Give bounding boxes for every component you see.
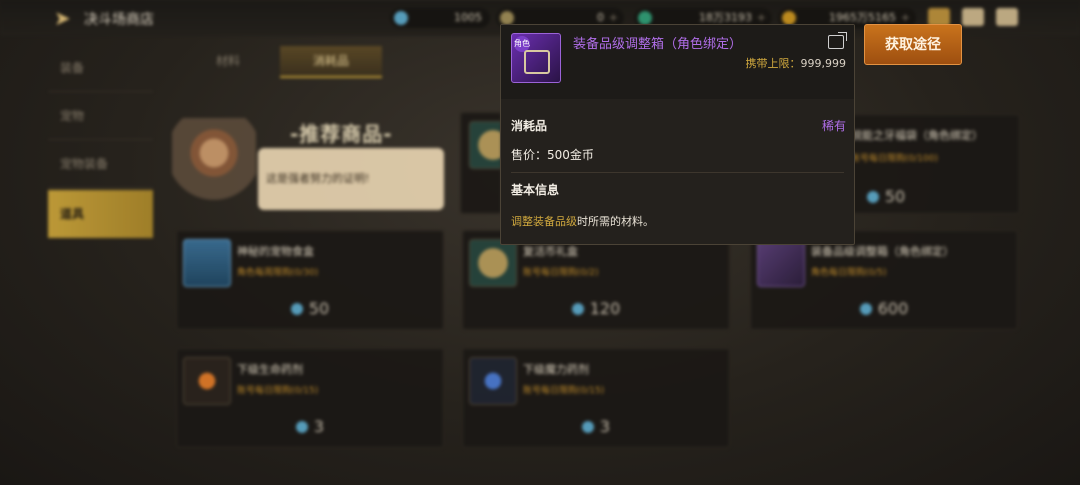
featured-item-icon <box>469 121 501 169</box>
share-icon[interactable] <box>828 32 847 49</box>
item-name: 装备品级调整箱（角色绑定） <box>573 37 743 52</box>
pet-food-box-icon <box>183 239 231 287</box>
coin-icon <box>782 11 796 25</box>
sidebar-item-pet-equipment[interactable]: 宠物装备 <box>48 140 153 188</box>
price-label: 50 <box>177 299 443 318</box>
crystal-icon <box>290 303 303 315</box>
gold-coin-icon <box>500 11 514 25</box>
chat-icon[interactable] <box>996 8 1018 26</box>
price-label: 3 <box>463 417 729 436</box>
grade-adjust-box-icon <box>757 239 805 287</box>
featured-card-partial[interactable] <box>460 112 502 214</box>
item-type: 消耗品 <box>511 119 548 133</box>
crystal-icon <box>394 11 408 25</box>
npc-speech-bubble: 这是强者努力的证明! <box>258 148 444 210</box>
recommend-title: -推荐商品- <box>290 122 393 146</box>
shop-card-grade-box[interactable]: 装备品级调整箱（角色绑定） 角色每日限购(0/5) 600 <box>750 230 1018 330</box>
recommend-banner: -推荐商品- 这是强者努力的证明! <box>172 110 457 220</box>
revive-coin-box-icon <box>469 239 517 287</box>
crystal-icon <box>581 421 594 433</box>
back-arrow-icon[interactable]: ➤ <box>54 8 76 28</box>
crystal-resource: 1005 <box>390 8 490 28</box>
item-tooltip: 角色 装备品级调整箱（角色绑定） 携带上限：999,999 消耗品 稀有 售价：… <box>500 24 855 245</box>
shop-card-hp-potion[interactable]: 下级生命药剂 账号每日限购(0/15) 3 <box>176 348 444 448</box>
basic-info-heading: 基本信息 <box>511 183 560 197</box>
shop-card-revive-coin[interactable]: 复活币礼盒 账号每日限购(0/2) 120 <box>462 230 730 330</box>
category-sidebar: 装备 宠物 宠物装备 道具 <box>48 44 153 244</box>
price-label: 3 <box>177 417 443 436</box>
tooltip-header: 角色 装备品级调整箱（角色绑定） 携带上限：999,999 <box>501 25 854 99</box>
item-rarity: 稀有 <box>821 119 846 133</box>
sidebar-item-equipment[interactable]: 装备 <box>48 44 153 92</box>
item-sell-price: 售价：500金币 <box>511 148 594 162</box>
crystal-icon <box>866 191 879 203</box>
hp-potion-icon <box>183 357 231 405</box>
mp-potion-icon <box>469 357 517 405</box>
price-label: 600 <box>751 299 1017 318</box>
tab-materials[interactable]: 材料 <box>198 46 258 76</box>
shop-title: 决斗场商店 <box>84 12 154 28</box>
crystal-icon <box>295 421 308 433</box>
tab-consumables[interactable]: 消耗品 <box>280 46 382 78</box>
shop-card-mp-potion[interactable]: 下级魔力药剂 账号每日限购(0/15) 3 <box>462 348 730 448</box>
sidebar-item-items[interactable]: 道具 <box>48 190 153 238</box>
sidebar-item-pet[interactable]: 宠物 <box>48 92 153 140</box>
shop-card-pet-food[interactable]: 神秘的宠物食盒 角色每周限购(0/30) 50 <box>176 230 444 330</box>
grade-adjust-box-icon: 角色 <box>511 33 561 83</box>
npc-portrait <box>172 118 256 218</box>
crystal-icon <box>571 303 584 315</box>
divider <box>511 172 844 173</box>
chest-icon <box>524 50 550 74</box>
price-label: 120 <box>463 299 729 318</box>
crystal-icon <box>859 303 872 315</box>
item-description: 调整装备品级时所需的材料。 <box>511 215 654 228</box>
green-gem-icon <box>638 11 652 25</box>
carry-limit: 携带上限：999,999 <box>745 57 847 70</box>
mail-icon[interactable] <box>962 8 984 26</box>
get-source-button[interactable]: 获取途径 <box>864 24 962 65</box>
